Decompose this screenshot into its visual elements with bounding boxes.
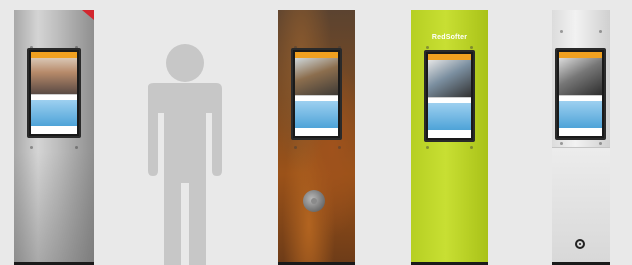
screen-photo [559, 58, 602, 95]
kiosk-rust-finish [278, 10, 355, 262]
kiosk-screen[interactable] [424, 50, 475, 142]
screen-blue-panel [428, 103, 471, 130]
card-reader-slot [311, 198, 317, 204]
screen-photo [31, 58, 77, 95]
bolt-icon [599, 142, 602, 145]
screen-footer [428, 130, 471, 138]
screen-caption-strip [559, 94, 602, 101]
kiosk-screen[interactable] [291, 48, 342, 140]
bolt-icon [30, 146, 33, 149]
kiosk-screen[interactable] [555, 48, 606, 140]
bolt-icon [426, 46, 429, 49]
screen-content [428, 54, 471, 138]
bolt-icon [560, 142, 563, 145]
screen-blue-panel [31, 99, 77, 126]
screen-content [31, 52, 77, 134]
screen-photo [428, 60, 471, 97]
screen-content [295, 52, 338, 136]
kiosk-lime-green: RedSofter [411, 10, 488, 262]
kiosk-white [552, 10, 610, 262]
kiosk-screen[interactable] [27, 48, 81, 138]
screen-content [559, 52, 602, 136]
bolt-icon [560, 30, 563, 33]
screen-caption-strip [295, 94, 338, 101]
bolt-icon [75, 146, 78, 149]
brand-label: RedSofter [431, 34, 468, 41]
kiosk-base-shade [14, 152, 94, 262]
screen-blue-panel [559, 101, 602, 128]
screen-footer [31, 126, 77, 134]
screen-footer [559, 128, 602, 136]
bolt-icon [470, 46, 473, 49]
card-reader-icon[interactable] [303, 190, 325, 212]
screen-blue-panel [295, 101, 338, 128]
screen-caption-strip [428, 96, 471, 103]
bolt-icon [426, 146, 429, 149]
target-icon[interactable] [575, 239, 585, 249]
kiosk-stainless-steel [14, 10, 94, 262]
screen-photo [295, 58, 338, 95]
screen-footer [295, 128, 338, 136]
bolt-icon [470, 146, 473, 149]
bolt-icon [338, 146, 341, 149]
person-silhouette-icon [148, 44, 222, 265]
bolt-icon [599, 30, 602, 33]
bolt-icon [294, 146, 297, 149]
corner-flag-icon [82, 10, 94, 20]
